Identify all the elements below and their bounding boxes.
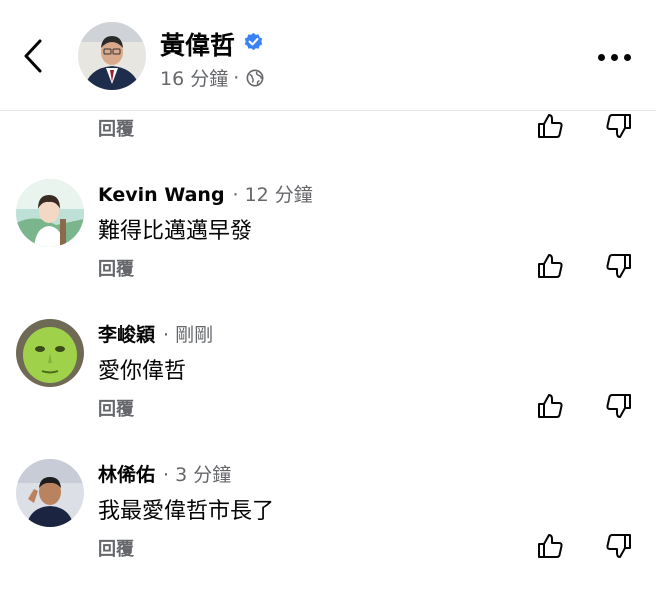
thumbs-up-icon[interactable] xyxy=(536,392,564,420)
comment-header: Kevin Wang · 12 分鐘 xyxy=(98,180,313,207)
post-time[interactable]: 16 分鐘 xyxy=(160,64,228,91)
comment-item: Kevin Wang · 12 分鐘 難得比邁邁早發 回覆 xyxy=(0,170,656,310)
commenter-avatar[interactable] xyxy=(16,459,84,527)
thumbs-up-icon[interactable] xyxy=(536,252,564,280)
poster-name[interactable]: 黃偉哲 xyxy=(160,26,235,62)
comment-time[interactable]: 剛剛 xyxy=(175,320,213,347)
commenter-name[interactable]: 林俙佑 xyxy=(98,460,155,487)
commenter-name[interactable]: 李峻穎 xyxy=(98,320,155,347)
comment-text: 難得比邁邁早發 xyxy=(98,219,253,244)
commenter-name[interactable]: Kevin Wang xyxy=(98,184,225,206)
comment-text: 愛你偉哲 xyxy=(98,359,187,384)
comment-item: 林俙佑 · 3 分鐘 我最愛偉哲市長了 回覆 xyxy=(0,450,656,590)
thumbs-down-icon[interactable] xyxy=(605,112,633,140)
more-horizontal-icon xyxy=(598,53,605,61)
reply-button[interactable]: 回覆 xyxy=(98,115,134,141)
globe-icon xyxy=(246,69,264,86)
thumbs-down-icon[interactable] xyxy=(605,392,633,420)
more-options-button[interactable] xyxy=(598,50,638,64)
post-meta: 16 分鐘 · xyxy=(160,64,264,91)
reply-button[interactable]: 回覆 xyxy=(98,395,134,421)
thumbs-down-icon[interactable] xyxy=(605,532,633,560)
comment-text: 我最愛偉哲市長了 xyxy=(98,499,275,524)
commenter-avatar[interactable] xyxy=(16,179,84,247)
reply-button[interactable]: 回覆 xyxy=(98,255,134,281)
thumbs-up-icon[interactable] xyxy=(536,532,564,560)
meta-separator: · xyxy=(163,464,170,486)
reply-button[interactable]: 回覆 xyxy=(98,535,134,561)
comment-time[interactable]: 3 分鐘 xyxy=(175,460,231,487)
thumbs-up-icon[interactable] xyxy=(536,112,564,140)
back-button[interactable] xyxy=(20,38,50,74)
post-header: 黃偉哲 16 分鐘 · xyxy=(0,0,656,111)
meta-separator: · xyxy=(233,66,240,89)
verified-badge-icon xyxy=(244,32,263,51)
comment-item: 李峻穎 · 剛剛 愛你偉哲 回覆 xyxy=(0,310,656,450)
commenter-avatar[interactable] xyxy=(16,319,84,387)
comment-header: 李峻穎 · 剛剛 xyxy=(98,320,213,347)
more-dot xyxy=(624,53,631,61)
meta-separator: · xyxy=(232,184,239,206)
comment-header: 林俙佑 · 3 分鐘 xyxy=(98,460,231,487)
poster-avatar[interactable] xyxy=(78,22,146,90)
thumbs-down-icon[interactable] xyxy=(605,252,633,280)
chevron-left-icon xyxy=(24,39,42,73)
more-dot xyxy=(611,53,618,61)
meta-separator: · xyxy=(163,324,170,346)
comment-time[interactable]: 12 分鐘 xyxy=(245,180,313,207)
